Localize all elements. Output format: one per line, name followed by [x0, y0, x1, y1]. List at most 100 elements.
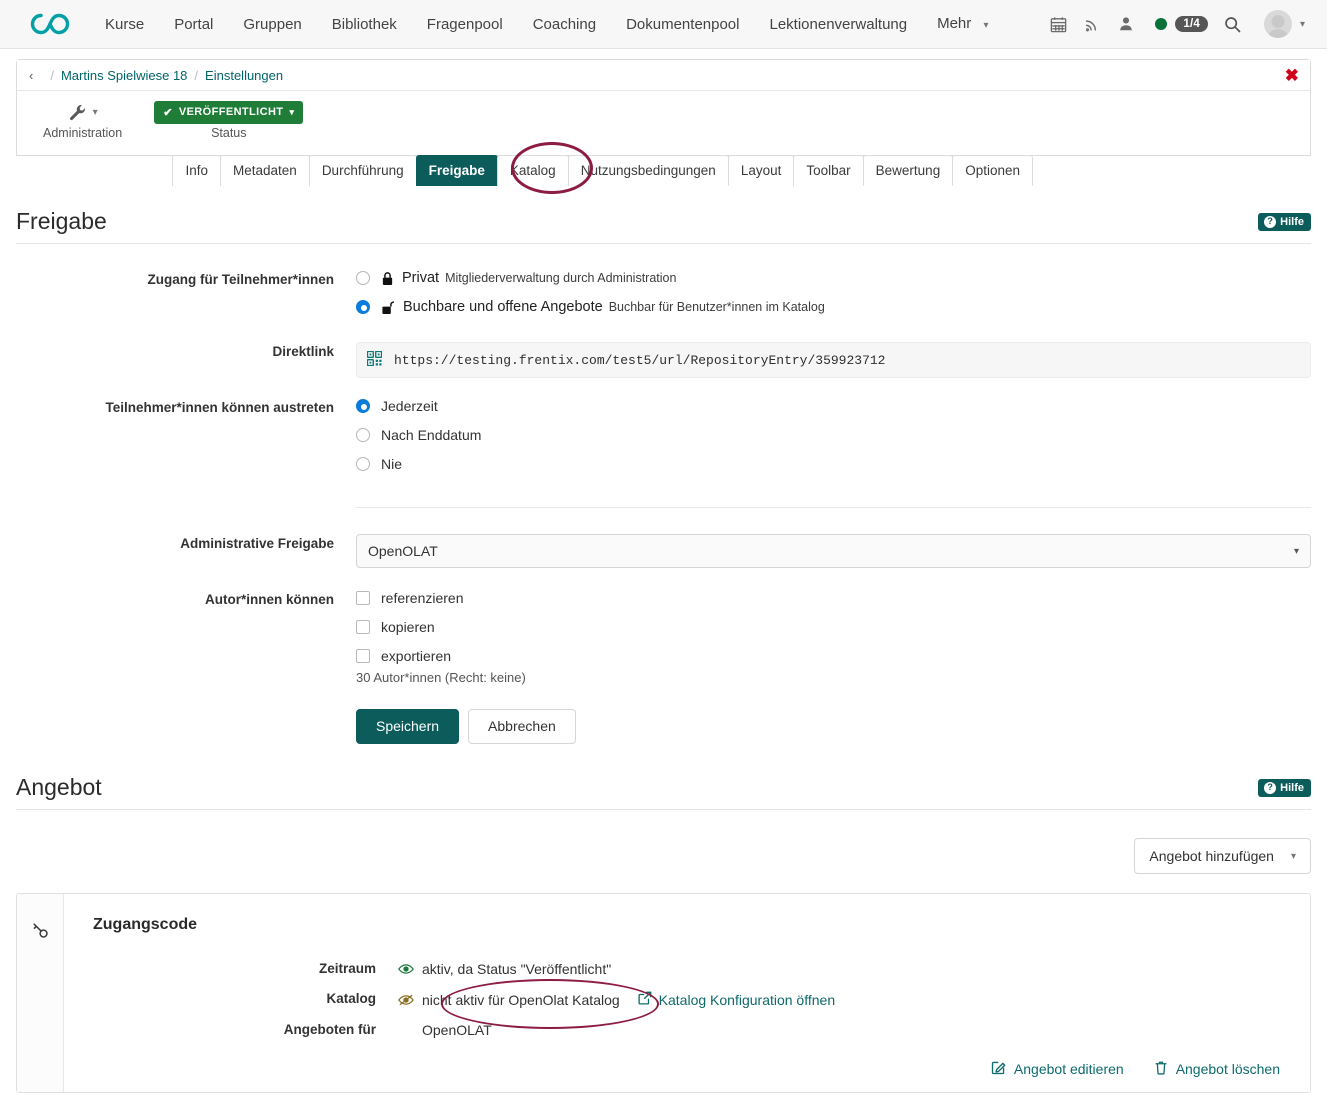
angebot-card-actions: Angebot editieren Angebot löschen [93, 1060, 1288, 1078]
chevron-down-icon: ▾ [1291, 851, 1296, 862]
administration-tool[interactable]: ▾ Administration [43, 101, 122, 140]
status-tool[interactable]: ✔ VERÖFFENTLICHT ▾ Status [154, 101, 303, 140]
close-icon[interactable]: ✖ [1285, 67, 1299, 84]
author-rights-label: Autor*innen können [16, 590, 356, 744]
access-option-buchbar-label: Buchbare und offene Angebote [403, 299, 603, 315]
notification-count-badge[interactable]: 1/4 [1175, 16, 1208, 32]
pencil-square-icon [991, 1060, 1006, 1078]
leave-option-nie-radio[interactable] [356, 457, 370, 471]
course-toolbar: ▾ Administration ✔ VERÖFFENTLICHT ▾ Stat… [17, 91, 1310, 155]
edit-angebot-link[interactable]: Angebot editieren [991, 1060, 1124, 1078]
leave-row: Teilnehmer*innen können austreten Jederz… [16, 398, 1311, 485]
breadcrumb-separator-1: / [50, 68, 54, 83]
nav-item-coaching[interactable]: Coaching [518, 0, 611, 49]
author-right-referenzieren-checkbox[interactable] [356, 591, 370, 605]
angebot-title: Angebot [16, 774, 102, 801]
direktlink-url[interactable]: https://testing.frentix.com/test5/url/Re… [394, 353, 885, 368]
breadcrumb-back-icon[interactable]: ‹ [29, 68, 33, 83]
tab-bewertung[interactable]: Bewertung [863, 155, 954, 186]
leave-option-jederzeit[interactable]: Jederzeit [356, 398, 1311, 414]
nav-item-portal[interactable]: Portal [159, 0, 228, 49]
admin-release-row: Administrative Freigabe OpenOLAT ▾ [16, 534, 1311, 568]
leave-option-jederzeit-radio[interactable] [356, 399, 370, 413]
user-icon[interactable] [1109, 15, 1143, 33]
nav-item-bibliothek[interactable]: Bibliothek [317, 0, 412, 49]
katalog-konfiguration-link[interactable]: Katalog Konfiguration öffnen [638, 991, 835, 1008]
administration-chevron-down-icon: ▾ [93, 107, 98, 118]
leave-option-nach-enddatum-radio[interactable] [356, 428, 370, 442]
delete-angebot-link[interactable]: Angebot löschen [1154, 1060, 1280, 1078]
angebot-card-body: Zugangscode Zeitraum aktiv, da Status "V… [64, 894, 1310, 1092]
tab-optionen[interactable]: Optionen [952, 155, 1033, 186]
tab-info[interactable]: Info [172, 155, 221, 186]
leave-option-nie-label: Nie [381, 456, 402, 472]
avatar[interactable] [1264, 10, 1292, 38]
angebot-card-rows: Zeitraum aktiv, da Status "Veröffentlich… [93, 961, 1288, 1038]
tab-katalog[interactable]: Katalog [497, 155, 569, 186]
nav-right-icons: 1/4 ▾ [1041, 10, 1313, 38]
access-option-privat-radio[interactable] [356, 271, 370, 285]
direktlink-row: Direktlink [16, 342, 1311, 378]
main-nav-items: Kurse Portal Gruppen Bibliothek Fragenpo… [90, 0, 1003, 50]
nav-item-gruppen[interactable]: Gruppen [228, 0, 316, 49]
tab-nutzungsbedingungen[interactable]: Nutzungsbedingungen [568, 155, 729, 186]
direktlink-control: https://testing.frentix.com/test5/url/Re… [356, 342, 1311, 378]
brand-logo[interactable] [28, 11, 72, 37]
add-angebot-button[interactable]: Angebot hinzufügen ▾ [1134, 838, 1311, 874]
avatar-chevron-down-icon[interactable]: ▾ [1300, 19, 1305, 30]
settings-tab-list: Info Metadaten Durchführung Freigabe Kat… [173, 155, 1033, 186]
angebot-row-katalog-value: nicht aktiv für OpenOlat Katalog [422, 992, 620, 1008]
status-badge[interactable]: ✔ VERÖFFENTLICHT ▾ [154, 101, 303, 124]
breadcrumb-current-link[interactable]: Einstellungen [205, 68, 283, 83]
access-option-buchbar-radio[interactable] [356, 300, 370, 314]
author-right-exportieren[interactable]: exportieren [356, 648, 1311, 664]
rss-icon[interactable] [1075, 15, 1109, 33]
tab-freigabe[interactable]: Freigabe [416, 155, 498, 186]
angebot-row-angeboten-fuer: Angeboten für OpenOLAT [93, 1022, 1288, 1038]
lock-open-icon [381, 300, 395, 315]
tab-layout[interactable]: Layout [728, 155, 795, 186]
top-navigation-bar: Kurse Portal Gruppen Bibliothek Fragenpo… [0, 0, 1327, 49]
access-label: Zugang für Teilnehmer*innen [16, 270, 356, 328]
search-icon[interactable] [1216, 15, 1250, 34]
direktlink-box[interactable]: https://testing.frentix.com/test5/url/Re… [356, 342, 1311, 378]
author-rights-control: referenzieren kopieren exportieren 30 Au… [356, 590, 1311, 744]
access-option-buchbar[interactable]: Buchbare und offene Angebote Buchbar für… [356, 299, 1311, 315]
angebot-row-katalog-label: Katalog [93, 991, 398, 1006]
tab-toolbar[interactable]: Toolbar [793, 155, 863, 186]
admin-release-control: OpenOLAT ▾ [356, 534, 1311, 568]
leave-option-nie[interactable]: Nie [356, 456, 1311, 472]
access-options: Privat Mitgliederverwaltung durch Admini… [356, 270, 1311, 328]
nav-item-lektionenverwaltung[interactable]: Lektionenverwaltung [755, 0, 923, 49]
save-button[interactable]: Speichern [356, 709, 459, 744]
author-right-exportieren-checkbox[interactable] [356, 649, 370, 663]
angebot-card-title: Zugangscode [93, 916, 1288, 934]
help-button-freigabe[interactable]: ? Hilfe [1258, 213, 1311, 231]
nav-item-fragenpool[interactable]: Fragenpool [412, 0, 518, 49]
leave-options: Jederzeit Nach Enddatum Nie [356, 398, 1311, 485]
qr-code-icon[interactable] [367, 351, 382, 369]
form-divider [356, 507, 1311, 508]
angebot-row-angeboten-fuer-value: OpenOLAT [422, 1022, 492, 1038]
access-option-privat[interactable]: Privat Mitgliederverwaltung durch Admini… [356, 270, 1311, 286]
author-right-kopieren-checkbox[interactable] [356, 620, 370, 634]
breadcrumb-course-link[interactable]: Martins Spielwiese 18 [61, 68, 187, 83]
tab-durchfuehrung[interactable]: Durchführung [309, 155, 417, 186]
authors-note: 30 Autor*innen (Recht: keine) [356, 670, 1311, 685]
nav-item-dokumentenpool[interactable]: Dokumentenpool [611, 0, 754, 49]
leave-option-nach-enddatum[interactable]: Nach Enddatum [356, 427, 1311, 443]
trash-icon [1154, 1060, 1168, 1078]
leave-option-jederzeit-label: Jederzeit [381, 398, 438, 414]
page-content: Freigabe ? Hilfe Zugang für Teilnehmer*i… [0, 208, 1327, 1093]
status-dot-icon[interactable] [1155, 18, 1167, 30]
tab-metadaten[interactable]: Metadaten [220, 155, 310, 186]
cancel-button[interactable]: Abbrechen [468, 709, 576, 744]
help-button-angebot[interactable]: ? Hilfe [1258, 779, 1311, 797]
author-right-referenzieren[interactable]: referenzieren [356, 590, 1311, 606]
nav-item-kurse[interactable]: Kurse [90, 0, 159, 49]
author-right-kopieren[interactable]: kopieren [356, 619, 1311, 635]
admin-release-select[interactable]: OpenOLAT ▾ [356, 534, 1311, 568]
calendar-icon[interactable] [1041, 15, 1075, 34]
nav-item-mehr[interactable]: Mehr ▾ [922, 0, 1003, 50]
access-option-buchbar-desc: Buchbar für Benutzer*innen im Katalog [609, 300, 825, 314]
